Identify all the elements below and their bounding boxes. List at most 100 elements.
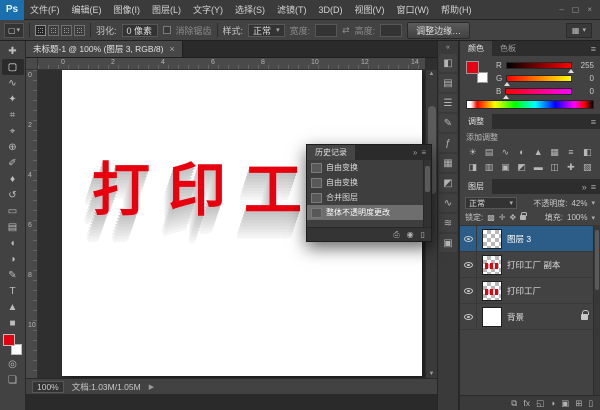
panel-menu-icon[interactable]: ≡ xyxy=(591,117,596,127)
quick-selection-tool[interactable]: ✦ xyxy=(2,91,24,107)
eye-icon[interactable] xyxy=(464,288,473,294)
eyedropper-tool[interactable]: ⌖ xyxy=(2,123,24,139)
minimize-icon[interactable]: – xyxy=(559,5,563,14)
hue-saturation-icon[interactable]: ▦ xyxy=(547,145,562,159)
menu-3d[interactable]: 3D(D) xyxy=(313,0,349,19)
menu-select[interactable]: 选择(S) xyxy=(229,0,271,19)
foreground-color-swatch[interactable] xyxy=(466,61,479,74)
black-white-icon[interactable]: ◧ xyxy=(580,145,595,159)
threshold-icon[interactable]: ◫ xyxy=(547,160,562,174)
menu-help[interactable]: 帮助(H) xyxy=(435,0,478,19)
dock-panel-icon[interactable]: ≋ xyxy=(439,214,457,232)
tool-preset-button[interactable]: ▢ ▾ xyxy=(4,23,24,38)
color-lookup-icon[interactable]: ▣ xyxy=(498,160,513,174)
invert-icon[interactable]: ◩ xyxy=(514,160,529,174)
brush-tool[interactable]: ✐ xyxy=(2,155,24,171)
slider-thumb[interactable] xyxy=(504,82,510,86)
gradient-map-icon[interactable]: ▧ xyxy=(580,160,595,174)
green-slider[interactable] xyxy=(506,75,572,82)
panel-menu-icon[interactable]: ≡ xyxy=(591,182,596,192)
visibility-cell[interactable] xyxy=(460,278,477,303)
new-layer-icon[interactable]: ⊞ xyxy=(575,398,582,409)
screen-mode-button[interactable]: ❏ xyxy=(2,372,24,388)
slider-thumb[interactable] xyxy=(503,95,509,99)
visibility-cell[interactable] xyxy=(460,252,477,277)
document-tab[interactable]: 未标题-1 @ 100% (图层 3, RGB/8) × xyxy=(26,41,183,57)
history-item[interactable]: 合并图层 xyxy=(307,190,423,205)
subtract-selection-icon[interactable] xyxy=(61,25,72,36)
layer-style-icon[interactable]: fx xyxy=(523,398,530,408)
foreground-color-swatch[interactable] xyxy=(3,334,15,346)
new-document-from-state-icon[interactable]: ⎙ xyxy=(393,230,399,240)
layer-group-icon[interactable]: ▣ xyxy=(561,398,569,409)
menu-window[interactable]: 窗口(W) xyxy=(391,0,436,19)
vibrance-icon[interactable]: ▲ xyxy=(531,145,546,159)
lasso-tool[interactable]: ∿ xyxy=(2,75,24,91)
gradient-tool[interactable]: ▤ xyxy=(2,219,24,235)
layers-scrollbar[interactable] xyxy=(593,226,600,395)
history-item-selected[interactable]: 整体不透明度更改 xyxy=(307,205,423,220)
eraser-tool[interactable]: ▭ xyxy=(2,203,24,219)
history-brush-tool[interactable]: ↺ xyxy=(2,187,24,203)
history-item[interactable]: 自由变换 xyxy=(307,175,423,190)
scrollbar-thumb[interactable] xyxy=(595,230,599,290)
brightness-contrast-icon[interactable]: ☀ xyxy=(465,145,480,159)
width-input[interactable] xyxy=(315,24,337,37)
tab-close-icon[interactable]: × xyxy=(170,44,175,54)
layer-row[interactable]: 打印工厂 副本 xyxy=(460,252,600,278)
scroll-up-icon[interactable]: ▲ xyxy=(426,71,437,77)
tab-layers[interactable]: 图层 xyxy=(460,179,492,194)
height-input[interactable] xyxy=(380,24,402,37)
tab-color[interactable]: 颜色 xyxy=(460,41,492,56)
eye-icon[interactable] xyxy=(464,314,473,320)
dock-panel-icon[interactable]: ☰ xyxy=(439,94,457,112)
dock-panel-icon[interactable]: ✎ xyxy=(439,114,457,132)
dock-panel-icon[interactable]: ◩ xyxy=(439,174,457,192)
dock-panel-icon[interactable]: ∿ xyxy=(439,194,457,212)
status-menu-icon[interactable]: ▶ xyxy=(149,383,154,391)
rectangular-marquee-tool[interactable]: ▢ xyxy=(2,59,24,75)
curves-icon[interactable]: ∿ xyxy=(498,145,513,159)
refine-edge-button[interactable]: 调整边缘… xyxy=(407,22,470,39)
layer-mask-icon[interactable]: ◱ xyxy=(536,398,544,409)
lock-all-icon[interactable] xyxy=(520,215,526,220)
path-selection-tool[interactable]: ▲ xyxy=(2,299,24,315)
dodge-tool[interactable]: ◑ xyxy=(2,251,24,267)
photo-filter-icon[interactable]: ◨ xyxy=(465,160,480,174)
menu-file[interactable]: 文件(F) xyxy=(24,0,66,19)
fill-value[interactable]: 100% xyxy=(567,213,587,222)
lock-pixels-icon[interactable]: ✛ xyxy=(499,213,506,222)
delete-layer-icon[interactable]: ▯ xyxy=(588,398,593,409)
move-tool[interactable]: ✚ xyxy=(2,43,24,59)
blend-mode-dropdown[interactable]: 正常 ▾ xyxy=(465,197,517,209)
new-selection-icon[interactable] xyxy=(35,25,46,36)
levels-icon[interactable]: ▤ xyxy=(481,145,496,159)
menu-edit[interactable]: 编辑(E) xyxy=(66,0,108,19)
history-item[interactable]: 自由变换 xyxy=(307,160,423,175)
history-tab[interactable]: 历史记录 xyxy=(307,145,355,160)
color-spectrum-ramp[interactable] xyxy=(466,100,594,109)
foreground-background-swatches[interactable] xyxy=(3,334,23,355)
menu-layer[interactable]: 图层(L) xyxy=(146,0,187,19)
layer-thumbnail[interactable] xyxy=(482,255,502,275)
opacity-value[interactable]: 42% xyxy=(571,199,587,208)
layer-thumbnail[interactable] xyxy=(482,281,502,301)
scroll-down-icon[interactable]: ▼ xyxy=(426,371,437,377)
close-icon[interactable]: × xyxy=(587,5,592,14)
blur-tool[interactable]: ◖ xyxy=(2,235,24,251)
menu-type[interactable]: 文字(Y) xyxy=(187,0,229,19)
add-selection-icon[interactable] xyxy=(48,25,59,36)
eye-icon[interactable] xyxy=(464,262,473,268)
color-swatch-widget[interactable] xyxy=(466,61,490,85)
panel-menu-icon[interactable]: ≡ xyxy=(421,148,426,157)
menu-view[interactable]: 视图(V) xyxy=(349,0,391,19)
layer-row-selected[interactable]: 图层 3 xyxy=(460,226,600,252)
slider-thumb[interactable] xyxy=(568,69,574,73)
layer-row-background[interactable]: 背景 xyxy=(460,304,600,330)
feather-input[interactable]: 0 像素 xyxy=(122,24,158,37)
workspace-switcher-button[interactable]: ▦ ▾ xyxy=(566,23,592,38)
new-snapshot-icon[interactable]: ◉ xyxy=(407,230,414,239)
expand-dock-icon[interactable]: « xyxy=(446,42,450,53)
healing-brush-tool[interactable]: ⊕ xyxy=(2,139,24,155)
history-scrollbar[interactable] xyxy=(423,160,431,227)
